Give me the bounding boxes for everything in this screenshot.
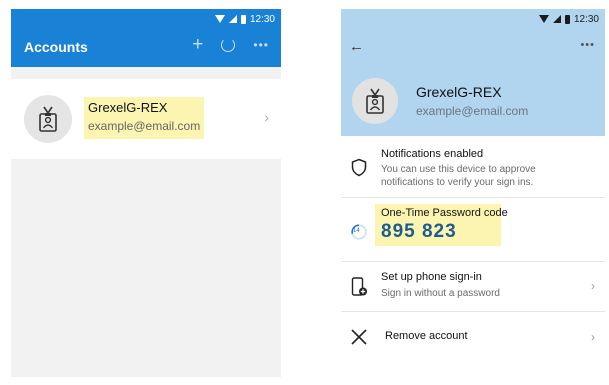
otp-code: 895 823	[381, 221, 457, 242]
id-badge-icon	[39, 106, 57, 132]
page-title: Accounts	[24, 39, 88, 55]
more-options-icon[interactable]: •••	[253, 39, 269, 51]
avatar	[24, 95, 72, 143]
avatar	[352, 78, 398, 124]
notifications-title: Notifications enabled	[381, 148, 484, 160]
status-bar: 12:30	[538, 12, 599, 26]
remove-account-row[interactable]: Remove account ›	[341, 312, 605, 360]
header-actions: + •••	[192, 35, 269, 55]
wifi-icon	[214, 15, 225, 23]
status-time: 12:30	[249, 13, 275, 25]
otp-timer: 14	[353, 228, 360, 234]
account-name: GrexelG-REX	[416, 84, 502, 100]
back-arrow-icon[interactable]: ←	[349, 38, 364, 55]
otp-row[interactable]: 14 One-Time Password code 895 823	[341, 198, 605, 262]
phone-add-icon	[349, 276, 369, 298]
id-badge-icon	[366, 88, 384, 114]
phone-signin-subtitle: Sign in without a password	[381, 288, 500, 299]
status-bar: 12:30	[214, 12, 275, 26]
shield-icon	[349, 156, 369, 178]
account-settings-list: Notifications enabled You can use this d…	[341, 136, 605, 382]
cell-signal-icon	[228, 15, 237, 23]
refresh-icon[interactable]	[221, 38, 236, 52]
battery-icon	[564, 14, 570, 24]
chevron-right-icon: ›	[591, 279, 595, 293]
phone-signin-row[interactable]: Set up phone sign-in Sign in without a p…	[341, 262, 605, 312]
chevron-right-icon: ›	[264, 109, 269, 125]
phone-signin-title: Set up phone sign-in	[381, 271, 482, 283]
cell-signal-icon	[552, 15, 561, 23]
accounts-header: 12:30 Accounts + •••	[11, 9, 281, 67]
account-detail-header: 12:30 ← ••• GrexelG-REX example@email.co…	[341, 9, 605, 136]
status-time: 12:30	[573, 13, 599, 25]
notifications-row: Notifications enabled You can use this d…	[341, 136, 605, 198]
account-list-item[interactable]: GrexelG-REX example@email.com ›	[11, 79, 281, 159]
battery-icon	[240, 14, 246, 24]
notifications-subtitle: You can use this device to approve notif…	[381, 164, 536, 188]
wifi-icon	[538, 15, 549, 23]
more-options-icon[interactable]: •••	[580, 39, 595, 51]
account-email: example@email.com	[416, 104, 529, 118]
account-detail-screen: 12:30 ← ••• GrexelG-REX example@email.co…	[341, 9, 605, 382]
close-icon	[349, 327, 369, 347]
account-info: GrexelG-REX example@email.com	[84, 97, 205, 139]
remove-account-label: Remove account	[385, 330, 468, 342]
account-name: GrexelG-REX	[88, 100, 168, 115]
add-account-icon[interactable]: +	[192, 35, 203, 55]
chevron-right-icon: ›	[591, 330, 595, 344]
accounts-screen: 12:30 Accounts + ••• GrexelG-REX example…	[11, 9, 281, 377]
otp-label: One-Time Password code	[381, 207, 508, 219]
account-email: example@email.com	[88, 119, 201, 133]
